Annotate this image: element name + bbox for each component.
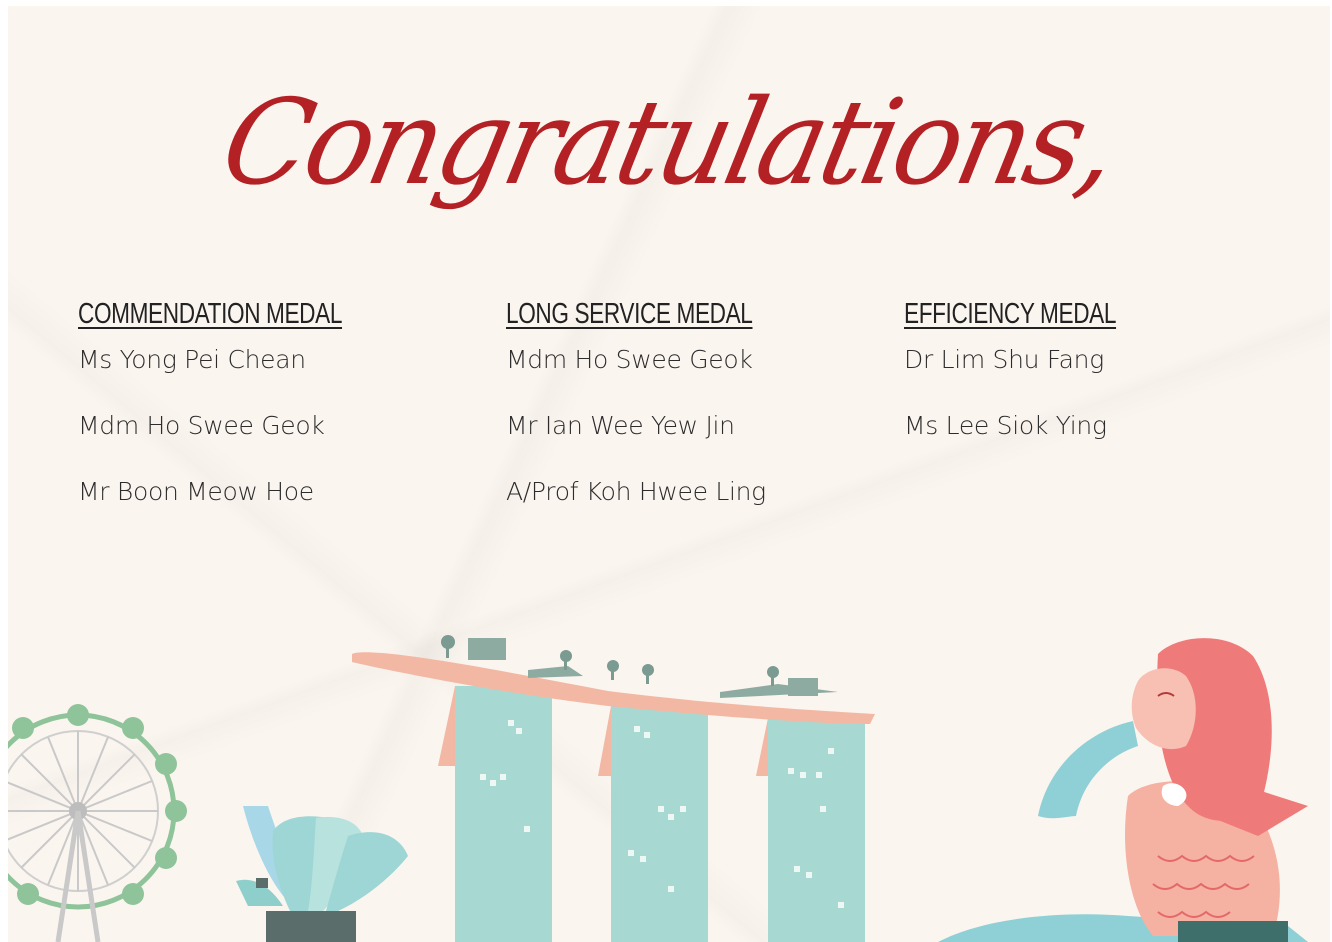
merlion-icon <box>938 638 1308 942</box>
congratulations-card: Congratulations, COMMENDATION MEDAL Ms Y… <box>8 6 1330 942</box>
lotus-museum-icon <box>236 806 408 942</box>
ferris-wheel-icon <box>8 704 187 942</box>
skyline-illustration <box>8 635 1308 942</box>
hotel-towers-icon <box>352 635 875 942</box>
